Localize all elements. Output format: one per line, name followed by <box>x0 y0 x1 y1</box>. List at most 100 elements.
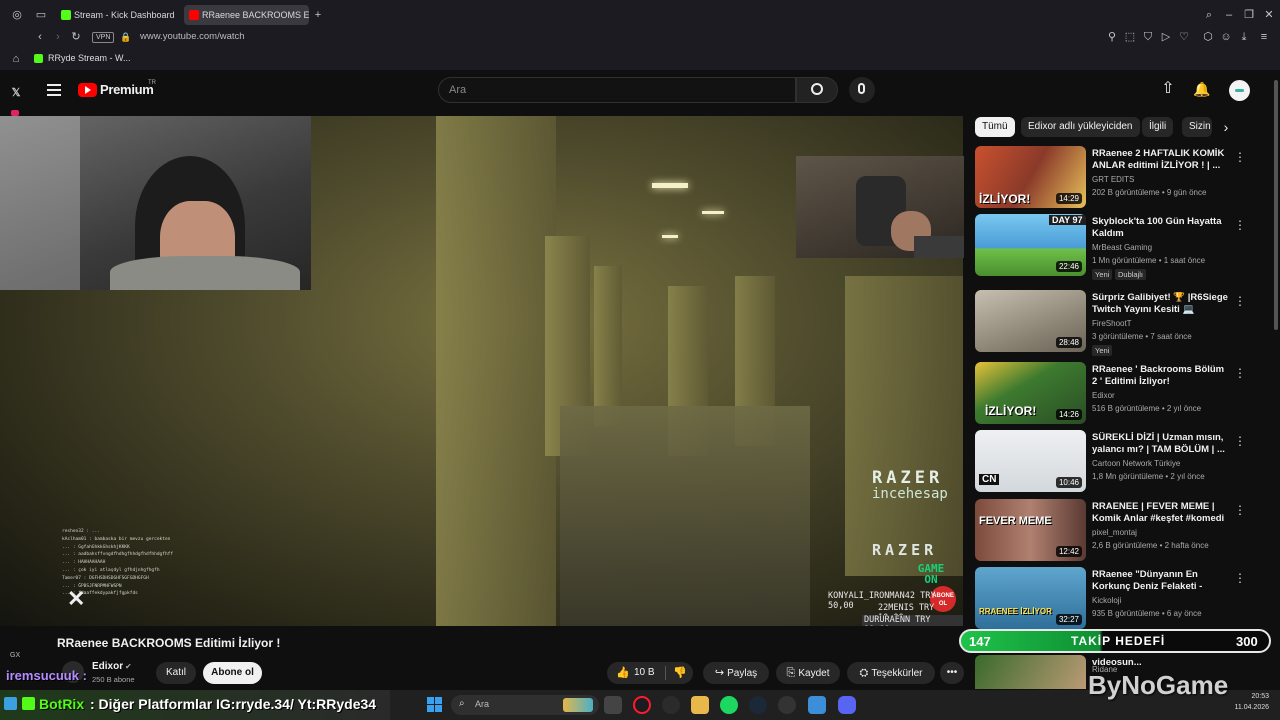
subscribe-button[interactable]: Abone ol <box>203 662 262 684</box>
steam-icon[interactable] <box>749 696 767 714</box>
rec-title[interactable]: RRAENEE | FEVER MEME | Komik Anlar #keşf… <box>1092 501 1232 525</box>
maximize-icon[interactable]: ❐ <box>1242 8 1256 22</box>
shield-icon[interactable]: ⛉ <box>1142 30 1154 44</box>
youtube-logo-icon[interactable] <box>78 83 97 97</box>
video-thumbnail[interactable]: 28:48 <box>975 290 1086 352</box>
opera-menu-icon[interactable]: ◎ <box>10 8 24 22</box>
hamburger-menu-icon[interactable] <box>47 84 61 96</box>
obs-icon[interactable] <box>778 696 796 714</box>
like-count[interactable]: 10 B <box>634 662 655 684</box>
more-options-icon[interactable]: ⋮ <box>1234 150 1246 164</box>
search-button[interactable] <box>796 77 838 103</box>
rec-title[interactable]: SÜREKLİ DİZİ | Uzman mısın, yalancı mı? … <box>1092 432 1232 456</box>
chevron-right-icon[interactable]: › <box>1220 120 1232 134</box>
play-icon[interactable]: ▷ <box>1160 30 1172 44</box>
close-window-icon[interactable]: ✕ <box>1262 8 1276 22</box>
search-tabs-icon[interactable]: ⌕ <box>1202 8 1216 22</box>
video-thumbnail[interactable]: CN 10:46 <box>975 430 1086 492</box>
rec-channel[interactable]: Edixor <box>1092 391 1115 400</box>
more-options-icon[interactable]: ⋮ <box>1234 503 1246 517</box>
notifications-bell-icon[interactable]: 🔔 <box>1193 82 1210 96</box>
save-button[interactable]: ⎘ Kaydet <box>776 662 840 684</box>
chip-for-you[interactable]: Sizin <box>1182 117 1212 137</box>
voice-search-button[interactable] <box>849 77 875 103</box>
recommendation-item[interactable]: 28:48 Sürpriz Galibiyet! 🏆 |R6Siege Twit… <box>975 290 1250 356</box>
home-icon[interactable]: ⌂ <box>10 52 22 66</box>
opera-gx-icon[interactable] <box>633 696 651 714</box>
file-explorer-icon[interactable] <box>691 696 709 714</box>
account-avatar[interactable] <box>1229 80 1250 101</box>
download-icon[interactable]: ⤓ <box>1238 30 1250 44</box>
chip-from-uploader[interactable]: Edixor adlı yükleyiciden <box>1021 117 1140 137</box>
rec-title[interactable]: Sürpriz Galibiyet! 🏆 |R6Siege Twitch Yay… <box>1092 292 1232 316</box>
more-options-icon[interactable]: ⋮ <box>1234 571 1246 585</box>
app-icon[interactable] <box>662 696 680 714</box>
chip-all[interactable]: Tümü <box>975 117 1015 137</box>
rec-title[interactable]: RRaenee 2 HAFTALIK KOMİK ANLAR editimi İ… <box>1092 148 1232 172</box>
more-options-icon[interactable]: ⋮ <box>1234 434 1246 448</box>
channel-name[interactable]: Edixor <box>92 661 123 672</box>
new-tab-icon[interactable]: + <box>312 8 324 22</box>
more-options-icon[interactable]: ⋮ <box>1234 294 1246 308</box>
search-input[interactable]: Ara <box>438 77 796 103</box>
extensions-icon[interactable]: ⬡ <box>1202 30 1214 44</box>
forward-icon[interactable]: › <box>52 30 64 44</box>
spotify-icon[interactable] <box>720 696 738 714</box>
profile-icon[interactable]: ☺ <box>1220 30 1232 44</box>
rec-channel[interactable]: Cartoon Network Türkiye <box>1092 459 1180 468</box>
upload-icon[interactable]: ⇧ <box>1160 81 1176 97</box>
rec-channel[interactable]: MrBeast Gaming <box>1092 243 1152 252</box>
thanks-button[interactable]: ⛭ Teşekkürler <box>847 662 935 684</box>
dislike-icon[interactable]: 👎 <box>673 662 687 684</box>
minimize-icon[interactable]: – <box>1222 8 1236 22</box>
recommendation-item[interactable]: İZLİYOR! 14:29 RRaenee 2 HAFTALIK KOMİK … <box>975 146 1250 210</box>
tab-overview-icon[interactable]: ▭ <box>34 8 48 22</box>
heart-icon[interactable]: ♡ <box>1178 30 1190 44</box>
back-icon[interactable]: ‹ <box>34 30 46 44</box>
recommendation-item[interactable]: DAY 97 22:46 Skyblock'ta 100 Gün Hayatta… <box>975 214 1250 280</box>
recommendation-item[interactable]: CN 10:46 SÜREKLİ DİZİ | Uzman mısın, yal… <box>975 430 1250 494</box>
x-twitter-icon[interactable]: 𝕏 <box>9 86 23 100</box>
discord-icon[interactable] <box>838 696 856 714</box>
rec-channel[interactable]: Kickoloji <box>1092 596 1121 605</box>
rec-channel[interactable]: GRT EDITS <box>1092 175 1134 184</box>
video-thumbnail[interactable]: FEVER MEME 12:42 <box>975 499 1086 561</box>
chip-related[interactable]: İlgili <box>1142 117 1174 137</box>
video-thumbnail[interactable]: İZLİYOR! 14:29 <box>975 146 1086 208</box>
share-button[interactable]: ↪ Paylaş <box>703 662 769 684</box>
app-icon[interactable] <box>808 696 826 714</box>
scrollbar-thumb[interactable] <box>1274 80 1278 330</box>
page-scrollbar[interactable] <box>1272 70 1280 688</box>
menu-icon[interactable]: ≡ <box>1258 30 1270 44</box>
video-thumbnail[interactable]: RRAENEE İZLİYOR 32:27 <box>975 567 1086 629</box>
recommendation-item[interactable]: RRAENEE İZLİYOR 32:27 RRaenee "Dünyanın … <box>975 567 1250 631</box>
recommendation-item[interactable]: FEVER MEME 12:42 RRAENEE | FEVER MEME | … <box>975 499 1250 563</box>
video-thumbnail[interactable] <box>975 655 1086 689</box>
rec-channel[interactable]: FireShootT <box>1092 319 1132 328</box>
url-field[interactable]: www.youtube.com/watch <box>140 31 245 42</box>
rec-title[interactable]: RRaenee "Dünyanın En Korkunç Deniz Felak… <box>1092 569 1232 593</box>
snapshot-icon[interactable]: ⬚ <box>1124 30 1136 44</box>
youtube-premium-text[interactable]: Premium <box>100 82 154 97</box>
rec-channel[interactable]: pixel_montaj <box>1092 528 1137 537</box>
more-actions-button[interactable]: ••• <box>940 662 964 684</box>
pin-icon[interactable]: ⚲ <box>1106 30 1118 44</box>
recommendation-item[interactable]: İZLİYOR! 14:26 RRaenee ' Backrooms Bölüm… <box>975 362 1250 426</box>
bookmark-rryde-stream[interactable]: RRyde Stream - W... <box>48 53 131 63</box>
rec-title[interactable]: Skyblock'ta 100 Gün Hayatta Kaldım <box>1092 216 1232 240</box>
like-icon[interactable]: 👍 <box>616 662 630 684</box>
vpn-badge[interactable]: VPN <box>92 32 115 43</box>
video-thumbnail[interactable]: DAY 97 22:46 <box>975 214 1086 276</box>
windows-start-icon[interactable] <box>427 697 442 712</box>
rec-title[interactable]: RRaenee ' Backrooms Bölüm 2 ' Editimi İz… <box>1092 364 1232 388</box>
tab-youtube-video[interactable]: RRaenee BACKROOMS Ed <box>184 5 309 25</box>
video-thumbnail[interactable]: İZLİYOR! 14:26 <box>975 362 1086 424</box>
task-view-icon[interactable] <box>604 696 622 714</box>
more-options-icon[interactable]: ⋮ <box>1234 366 1246 380</box>
join-button[interactable]: Katıl <box>156 662 196 684</box>
taskbar-search-input[interactable]: ⌕ Ara <box>451 695 599 715</box>
reload-icon[interactable]: ↻ <box>70 30 82 44</box>
more-options-icon[interactable]: ⋮ <box>1234 218 1246 232</box>
tab-kick-dashboard[interactable]: Stream - Kick Dashboard <box>56 5 181 25</box>
check-icon <box>22 697 35 710</box>
